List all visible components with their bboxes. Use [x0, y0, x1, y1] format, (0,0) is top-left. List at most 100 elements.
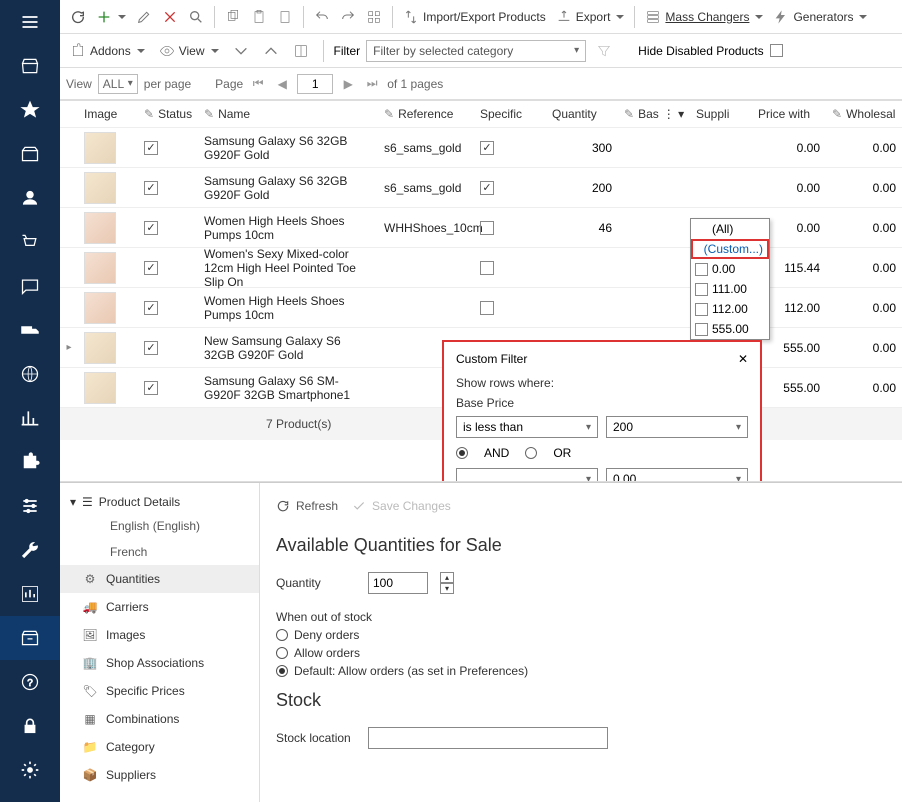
- import-export-button[interactable]: Import/Export Products: [399, 5, 550, 29]
- col-quantity[interactable]: Quantity: [546, 100, 618, 128]
- cell-status[interactable]: [138, 368, 198, 408]
- row-handle[interactable]: [60, 128, 78, 168]
- cell-wholesale[interactable]: 0.00: [826, 168, 902, 208]
- cell-supplier[interactable]: [690, 128, 752, 168]
- col-wholesale[interactable]: ✎Wholesal: [826, 100, 902, 128]
- collapse-button[interactable]: [259, 39, 283, 63]
- nav-shop[interactable]: [0, 44, 60, 88]
- lang-fr[interactable]: French: [60, 539, 259, 565]
- radio-deny[interactable]: [276, 629, 288, 641]
- cell-supplier[interactable]: [690, 168, 752, 208]
- lang-en[interactable]: English (English): [60, 513, 259, 539]
- col-name[interactable]: ✎Name: [198, 100, 378, 128]
- radio-or[interactable]: [525, 447, 537, 459]
- nav-carriers[interactable]: 🚚Carriers: [60, 593, 259, 621]
- cell-reference[interactable]: [378, 248, 474, 288]
- col-image[interactable]: Image: [78, 100, 138, 128]
- nav-category[interactable]: 📁Category: [60, 733, 259, 761]
- cell-wholesale[interactable]: 0.00: [826, 328, 902, 368]
- nav-cart[interactable]: [0, 220, 60, 264]
- filter-opt-1[interactable]: 111.00: [691, 279, 769, 299]
- operator2-select[interactable]: ▾: [456, 468, 598, 482]
- radio-and[interactable]: [456, 447, 468, 459]
- filter-field[interactable]: Filter by selected category▾: [366, 40, 586, 62]
- cell-status[interactable]: [138, 328, 198, 368]
- refresh-button[interactable]: [66, 5, 90, 29]
- grid-button[interactable]: [362, 5, 386, 29]
- cell-wholesale[interactable]: 0.00: [826, 248, 902, 288]
- per-page-select[interactable]: ALL▾: [98, 74, 138, 94]
- cell-quantity[interactable]: [546, 248, 618, 288]
- filter-opt-0[interactable]: 0.00: [691, 259, 769, 279]
- operator1-select[interactable]: is less than▾: [456, 416, 598, 438]
- nav-chart[interactable]: [0, 396, 60, 440]
- nav-stats[interactable]: [0, 572, 60, 616]
- nav-lock[interactable]: [0, 704, 60, 748]
- cell-name[interactable]: New Samsung Galaxy S6 32GB G920F Gold: [198, 328, 378, 368]
- cell-name[interactable]: Women High Heels Shoes Pumps 10cm: [198, 288, 378, 328]
- row-handle[interactable]: [60, 368, 78, 408]
- stock-loc-input[interactable]: [368, 727, 608, 749]
- col-price-with[interactable]: Price with: [752, 100, 826, 128]
- cell-quantity[interactable]: 200: [546, 168, 618, 208]
- nav-message[interactable]: [0, 264, 60, 308]
- details-header[interactable]: ▾☰Product Details: [60, 491, 259, 513]
- cell-base[interactable]: [618, 288, 690, 328]
- nav-combinations[interactable]: ▦Combinations: [60, 705, 259, 733]
- row-handle[interactable]: ▸: [60, 328, 78, 368]
- detail-refresh-button[interactable]: Refresh: [276, 499, 338, 513]
- cell-status[interactable]: [138, 288, 198, 328]
- cell-reference[interactable]: WHHShoes_10cm: [378, 208, 474, 248]
- pager-first[interactable]: ⏮: [249, 75, 267, 93]
- detail-save-button[interactable]: Save Changes: [352, 499, 451, 513]
- radio-default[interactable]: [276, 665, 288, 677]
- col-reference[interactable]: ✎Reference: [378, 100, 474, 128]
- cell-specific[interactable]: [474, 248, 546, 288]
- value2-input[interactable]: 0.00▾: [606, 468, 748, 482]
- col-base[interactable]: ✎Bas⋮ ▾: [618, 100, 690, 128]
- nav-plugin[interactable]: [0, 440, 60, 484]
- cell-quantity[interactable]: 46: [546, 208, 618, 248]
- pager-next[interactable]: ▶: [339, 75, 357, 93]
- cell-wholesale[interactable]: 0.00: [826, 128, 902, 168]
- cell-status[interactable]: [138, 168, 198, 208]
- nav-user[interactable]: [0, 176, 60, 220]
- nav-truck[interactable]: [0, 308, 60, 352]
- nav-settings[interactable]: [0, 748, 60, 792]
- hide-disabled-checkbox[interactable]: [770, 44, 783, 57]
- cell-name[interactable]: Women High Heels Shoes Pumps 10cm: [198, 208, 378, 248]
- cell-price-with[interactable]: 0.00: [752, 128, 826, 168]
- pager-last[interactable]: ⏭: [363, 75, 381, 93]
- cell-name[interactable]: Samsung Galaxy S6 SM-G920F 32GB Smartpho…: [198, 368, 378, 408]
- row-handle[interactable]: [60, 168, 78, 208]
- undo-button[interactable]: [310, 5, 334, 29]
- filter-opt-all[interactable]: (All): [691, 219, 769, 239]
- filter-opt-3[interactable]: 555.00: [691, 319, 769, 339]
- nav-sliders[interactable]: [0, 484, 60, 528]
- row-handle[interactable]: [60, 288, 78, 328]
- edit-button[interactable]: [132, 5, 156, 29]
- redo-button[interactable]: [336, 5, 360, 29]
- nav-globe[interactable]: [0, 352, 60, 396]
- row-handle[interactable]: [60, 208, 78, 248]
- qty-input[interactable]: [368, 572, 428, 594]
- cell-specific[interactable]: [474, 128, 546, 168]
- qty-stepper[interactable]: ▴▾: [440, 572, 454, 594]
- nav-archive[interactable]: [0, 616, 60, 660]
- nav-specific-prices[interactable]: 🏷Specific Prices: [60, 677, 259, 705]
- mass-changers-button[interactable]: Mass Changers: [641, 5, 767, 29]
- cell-wholesale[interactable]: 0.00: [826, 288, 902, 328]
- value1-input[interactable]: 200▾: [606, 416, 748, 438]
- col-status[interactable]: ✎Status: [138, 100, 198, 128]
- cell-base[interactable]: [618, 168, 690, 208]
- copy-button[interactable]: [221, 5, 245, 29]
- cell-quantity[interactable]: [546, 288, 618, 328]
- nav-box[interactable]: [0, 132, 60, 176]
- delete-button[interactable]: [158, 5, 182, 29]
- expand-button[interactable]: [229, 39, 253, 63]
- nav-quantities[interactable]: ⚙Quantities: [60, 565, 259, 593]
- cell-wholesale[interactable]: 0.00: [826, 208, 902, 248]
- cell-specific[interactable]: [474, 208, 546, 248]
- view-button[interactable]: View: [155, 39, 223, 63]
- nav-wrench[interactable]: [0, 528, 60, 572]
